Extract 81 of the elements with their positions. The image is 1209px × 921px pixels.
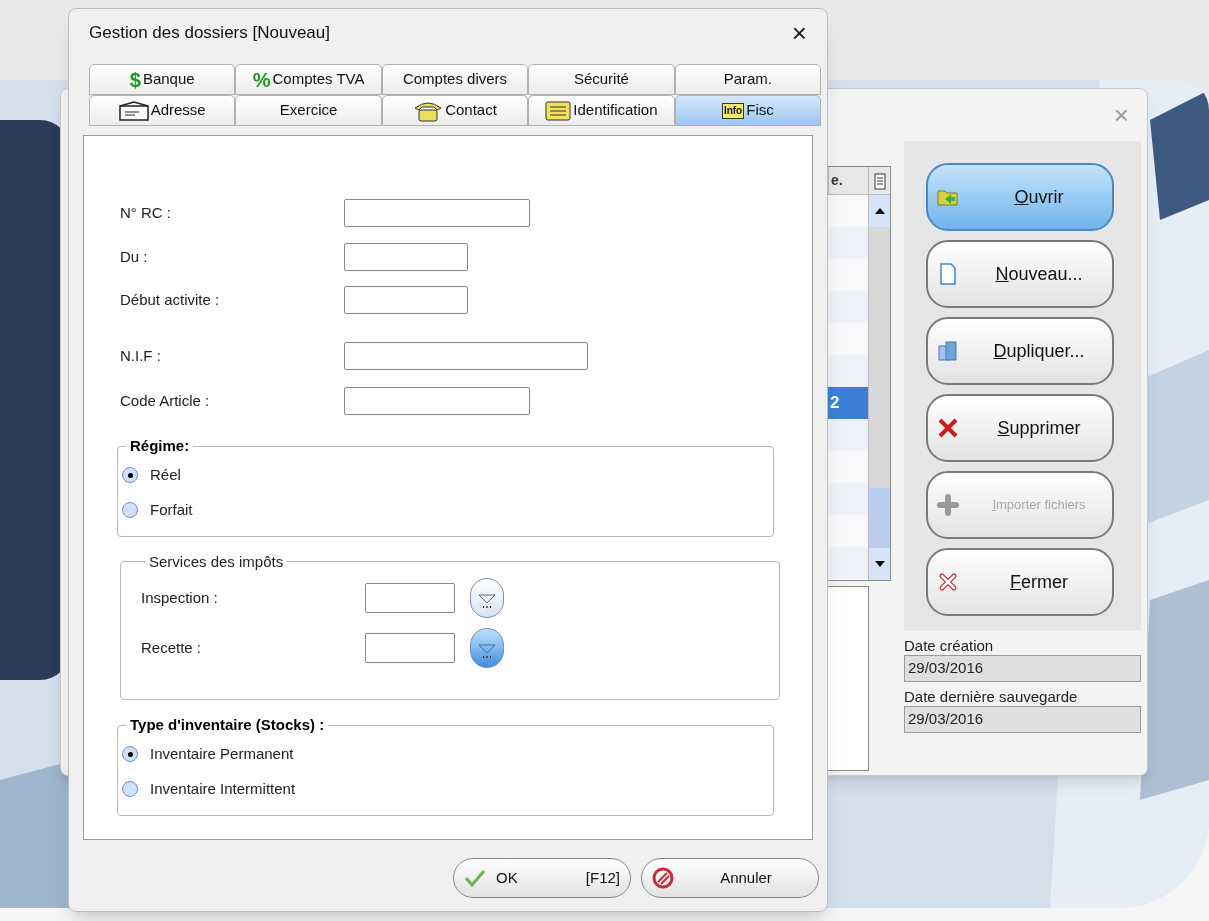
group-title: Régime: xyxy=(129,436,191,456)
action-button[interactable]: Supprimer xyxy=(926,394,1114,462)
date-label: Date création xyxy=(904,637,995,655)
option-label: Forfait xyxy=(150,499,193,520)
tab[interactable]: Contact xyxy=(381,95,529,126)
radio-button[interactable] xyxy=(122,502,138,518)
tab[interactable]: Comptes divers xyxy=(381,64,529,95)
column-header[interactable]: e. xyxy=(828,167,868,195)
tab[interactable]: %Comptes TVA xyxy=(235,64,382,95)
envelope-icon xyxy=(118,100,149,121)
field-label: Inspection : xyxy=(141,587,219,608)
dropdown-icon xyxy=(478,643,496,659)
input-field[interactable] xyxy=(365,633,455,663)
tab[interactable]: Info Fisc xyxy=(674,95,822,126)
table-cell[interactable] xyxy=(828,195,868,227)
action-button[interactable]: Dupliquer... xyxy=(926,317,1114,385)
table-cell[interactable] xyxy=(828,547,868,579)
action-button[interactable]: Nouveau... xyxy=(926,240,1114,308)
cancel-button[interactable]: Annuler xyxy=(641,858,819,898)
window-title: Gestion des dossiers [Nouveau] xyxy=(89,22,330,45)
close-button[interactable]: × xyxy=(791,20,807,46)
tab[interactable]: Sécurité xyxy=(528,64,675,95)
cross-icon xyxy=(936,416,960,440)
phone-icon xyxy=(413,99,444,122)
tab[interactable]: Exercice xyxy=(235,95,382,126)
list-options-icon[interactable] xyxy=(873,171,886,190)
action-button[interactable]: Ouvrir xyxy=(926,163,1114,231)
input-field[interactable] xyxy=(344,243,468,271)
option-label: Inventaire Intermittent xyxy=(150,778,296,799)
table-cell[interactable] xyxy=(828,259,868,291)
info-badge-icon: Info xyxy=(721,102,745,119)
lookup-button[interactable] xyxy=(470,628,504,668)
table-cell[interactable]: 2 xyxy=(828,387,868,419)
plus-icon xyxy=(936,493,960,517)
option-label: Réel xyxy=(150,464,181,485)
table-cell[interactable] xyxy=(828,355,868,387)
table-cell[interactable] xyxy=(828,227,868,259)
group-title: Type d'inventaire (Stocks) : xyxy=(129,715,326,735)
table-cell[interactable] xyxy=(828,419,868,451)
cancel-icon xyxy=(652,867,674,889)
folder-icon xyxy=(545,100,572,121)
date-field: 29/03/2016 xyxy=(904,706,1141,733)
table-cell[interactable] xyxy=(828,483,868,515)
tab-icon: % xyxy=(252,69,271,90)
table-cell[interactable] xyxy=(828,451,868,483)
radio-button[interactable] xyxy=(122,781,138,797)
group-title: Services des impôts xyxy=(148,551,285,572)
field-label: Début activite : xyxy=(120,289,221,310)
documents-icon xyxy=(936,339,960,363)
input-field[interactable] xyxy=(344,286,468,314)
scroll-thumb[interactable] xyxy=(869,488,890,548)
tab[interactable]: Param. xyxy=(674,64,822,95)
field-label: N.I.F : xyxy=(120,345,162,366)
field-label: Du : xyxy=(120,246,149,267)
table-cell[interactable] xyxy=(828,515,868,547)
field-label: N° RC : xyxy=(120,202,172,223)
scroll-up-icon[interactable] xyxy=(874,208,885,214)
table-cell[interactable] xyxy=(828,291,868,323)
tab[interactable]: $Banque xyxy=(89,64,236,95)
scrollbar[interactable] xyxy=(869,195,890,580)
input-field[interactable] xyxy=(344,199,530,227)
input-field[interactable] xyxy=(344,342,588,370)
tab[interactable]: Identification xyxy=(528,95,675,126)
date-field: 29/03/2016 xyxy=(904,655,1141,682)
radio-button[interactable] xyxy=(122,467,138,483)
scroll-down-icon[interactable] xyxy=(874,561,885,567)
tab-icon: $ xyxy=(129,69,141,90)
dropdown-icon xyxy=(478,593,496,609)
field-label: Recette : xyxy=(141,637,203,658)
radio-button[interactable] xyxy=(122,746,138,762)
date-label: Date dernière sauvegarde xyxy=(904,688,1079,706)
tab[interactable]: Adresse xyxy=(89,95,236,126)
field-label: Code Article : xyxy=(120,390,211,411)
input-field[interactable] xyxy=(365,583,455,613)
ok-button[interactable]: OK [F12] xyxy=(453,858,631,898)
lookup-button[interactable] xyxy=(470,578,504,618)
input-field[interactable] xyxy=(344,387,530,415)
option-label: Inventaire Permanent xyxy=(150,743,294,764)
check-icon xyxy=(464,868,486,888)
action-button[interactable]: Fermer xyxy=(926,548,1114,616)
table-cell[interactable] xyxy=(828,323,868,355)
